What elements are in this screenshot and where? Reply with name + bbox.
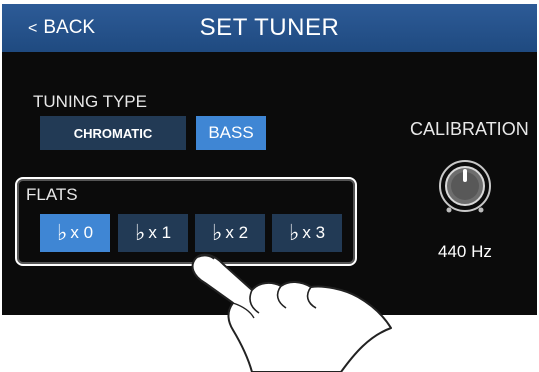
pointing-hand-illustration	[191, 253, 392, 372]
